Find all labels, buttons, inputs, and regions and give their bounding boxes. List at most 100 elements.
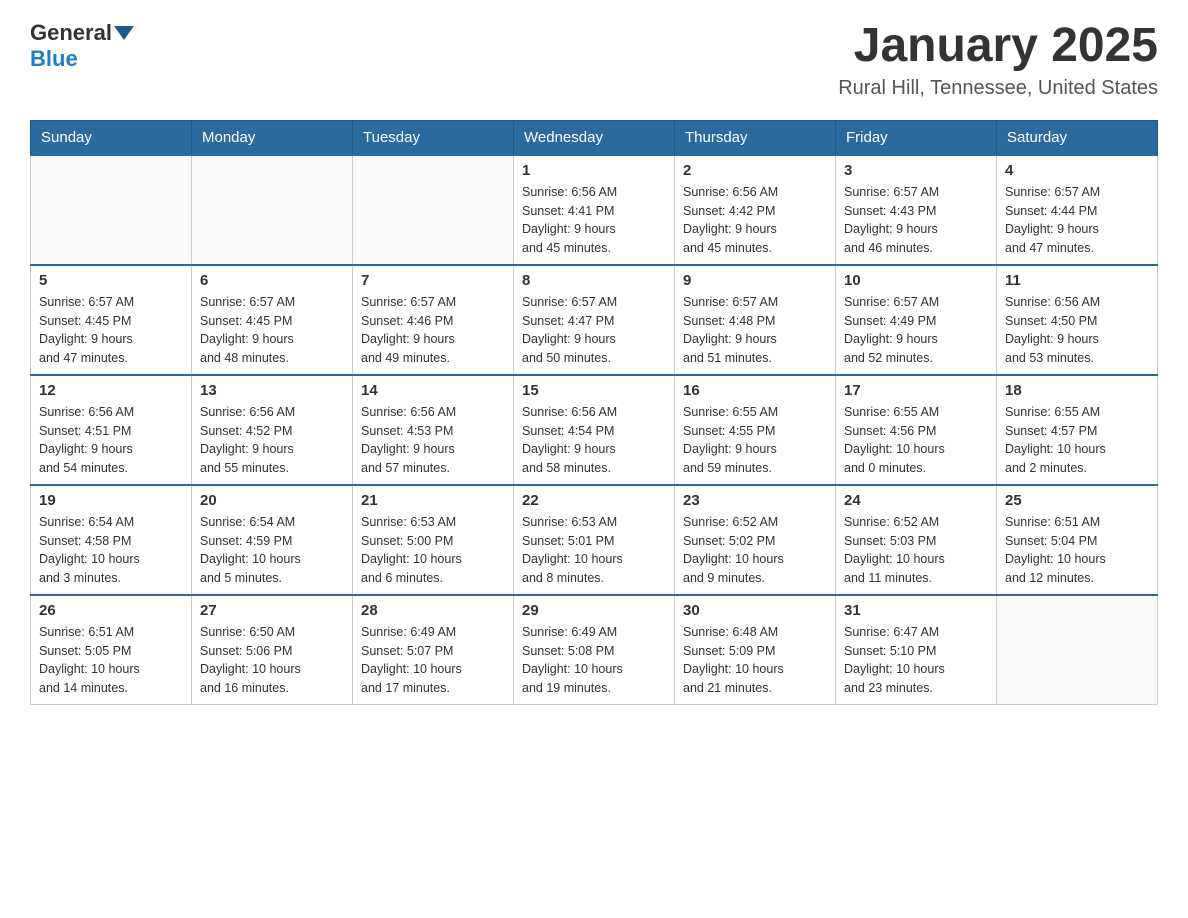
day-info: Sunrise: 6:55 AMSunset: 4:55 PMDaylight:… <box>683 403 827 478</box>
day-info: Sunrise: 6:56 AMSunset: 4:54 PMDaylight:… <box>522 403 666 478</box>
day-info: Sunrise: 6:49 AMSunset: 5:08 PMDaylight:… <box>522 623 666 698</box>
day-info: Sunrise: 6:54 AMSunset: 4:58 PMDaylight:… <box>39 513 183 588</box>
calendar-cell-5-6: 31 Sunrise: 6:47 AMSunset: 5:10 PMDayligh… <box>836 595 997 705</box>
day-info: Sunrise: 6:55 AMSunset: 4:56 PMDaylight:… <box>844 403 988 478</box>
week-row-4: 19 Sunrise: 6:54 AMSunset: 4:58 PMDayligh… <box>31 485 1158 595</box>
calendar-cell-1-2 <box>192 155 353 265</box>
calendar-cell-3-4: 15 Sunrise: 6:56 AMSunset: 4:54 PMDayligh… <box>514 375 675 485</box>
day-number: 6 <box>200 272 344 289</box>
calendar-cell-1-5: 2 Sunrise: 6:56 AMSunset: 4:42 PMDaylight… <box>675 155 836 265</box>
calendar-cell-4-4: 22 Sunrise: 6:53 AMSunset: 5:01 PMDayligh… <box>514 485 675 595</box>
day-number: 28 <box>361 602 505 619</box>
day-number: 14 <box>361 382 505 399</box>
calendar-cell-5-2: 27 Sunrise: 6:50 AMSunset: 5:06 PMDayligh… <box>192 595 353 705</box>
calendar-cell-2-7: 11 Sunrise: 6:56 AMSunset: 4:50 PMDayligh… <box>997 265 1158 375</box>
day-number: 20 <box>200 492 344 509</box>
day-info: Sunrise: 6:48 AMSunset: 5:09 PMDaylight:… <box>683 623 827 698</box>
day-info: Sunrise: 6:56 AMSunset: 4:41 PMDaylight:… <box>522 183 666 258</box>
day-number: 8 <box>522 272 666 289</box>
calendar-table: SundayMondayTuesdayWednesdayThursdayFrid… <box>30 120 1158 705</box>
day-number: 23 <box>683 492 827 509</box>
day-info: Sunrise: 6:57 AMSunset: 4:46 PMDaylight:… <box>361 293 505 368</box>
weekday-header-thursday: Thursday <box>675 120 836 155</box>
day-info: Sunrise: 6:50 AMSunset: 5:06 PMDaylight:… <box>200 623 344 698</box>
calendar-cell-1-4: 1 Sunrise: 6:56 AMSunset: 4:41 PMDaylight… <box>514 155 675 265</box>
calendar-cell-2-4: 8 Sunrise: 6:57 AMSunset: 4:47 PMDaylight… <box>514 265 675 375</box>
day-number: 13 <box>200 382 344 399</box>
day-info: Sunrise: 6:56 AMSunset: 4:50 PMDaylight:… <box>1005 293 1149 368</box>
calendar-cell-3-2: 13 Sunrise: 6:56 AMSunset: 4:52 PMDayligh… <box>192 375 353 485</box>
day-number: 19 <box>39 492 183 509</box>
day-info: Sunrise: 6:49 AMSunset: 5:07 PMDaylight:… <box>361 623 505 698</box>
calendar-cell-4-2: 20 Sunrise: 6:54 AMSunset: 4:59 PMDayligh… <box>192 485 353 595</box>
day-number: 4 <box>1005 162 1149 179</box>
day-number: 16 <box>683 382 827 399</box>
day-number: 5 <box>39 272 183 289</box>
weekday-header-tuesday: Tuesday <box>353 120 514 155</box>
day-number: 15 <box>522 382 666 399</box>
calendar-cell-2-1: 5 Sunrise: 6:57 AMSunset: 4:45 PMDaylight… <box>31 265 192 375</box>
day-number: 1 <box>522 162 666 179</box>
weekday-header-sunday: Sunday <box>31 120 192 155</box>
calendar-cell-4-5: 23 Sunrise: 6:52 AMSunset: 5:02 PMDayligh… <box>675 485 836 595</box>
calendar-cell-4-6: 24 Sunrise: 6:52 AMSunset: 5:03 PMDayligh… <box>836 485 997 595</box>
day-number: 9 <box>683 272 827 289</box>
day-number: 24 <box>844 492 988 509</box>
calendar-cell-3-5: 16 Sunrise: 6:55 AMSunset: 4:55 PMDayligh… <box>675 375 836 485</box>
week-row-3: 12Sunrise: 6:56 AMSunset: 4:51 PMDayligh… <box>31 375 1158 485</box>
calendar-cell-2-3: 7 Sunrise: 6:57 AMSunset: 4:46 PMDaylight… <box>353 265 514 375</box>
calendar-cell-1-6: 3Sunrise: 6:57 AMSunset: 4:43 PMDaylight… <box>836 155 997 265</box>
logo-blue-text: Blue <box>30 46 78 72</box>
day-info: Sunrise: 6:54 AMSunset: 4:59 PMDaylight:… <box>200 513 344 588</box>
day-info: Sunrise: 6:57 AMSunset: 4:45 PMDaylight:… <box>39 293 183 368</box>
calendar-cell-3-3: 14Sunrise: 6:56 AMSunset: 4:53 PMDayligh… <box>353 375 514 485</box>
day-number: 17 <box>844 382 988 399</box>
day-info: Sunrise: 6:51 AMSunset: 5:04 PMDaylight:… <box>1005 513 1149 588</box>
day-info: Sunrise: 6:57 AMSunset: 4:49 PMDaylight:… <box>844 293 988 368</box>
day-number: 29 <box>522 602 666 619</box>
page-header: General Blue January 2025 Rural Hill, Te… <box>30 20 1158 100</box>
day-info: Sunrise: 6:55 AMSunset: 4:57 PMDaylight:… <box>1005 403 1149 478</box>
weekday-header-saturday: Saturday <box>997 120 1158 155</box>
day-info: Sunrise: 6:56 AMSunset: 4:52 PMDaylight:… <box>200 403 344 478</box>
day-number: 26 <box>39 602 183 619</box>
week-row-2: 5 Sunrise: 6:57 AMSunset: 4:45 PMDaylight… <box>31 265 1158 375</box>
calendar-cell-4-3: 21Sunrise: 6:53 AMSunset: 5:00 PMDayligh… <box>353 485 514 595</box>
day-info: Sunrise: 6:57 AMSunset: 4:47 PMDaylight:… <box>522 293 666 368</box>
day-number: 22 <box>522 492 666 509</box>
logo: General Blue <box>30 20 136 72</box>
calendar-cell-5-3: 28 Sunrise: 6:49 AMSunset: 5:07 PMDayligh… <box>353 595 514 705</box>
day-info: Sunrise: 6:56 AMSunset: 4:42 PMDaylight:… <box>683 183 827 258</box>
day-number: 31 <box>844 602 988 619</box>
day-info: Sunrise: 6:52 AMSunset: 5:02 PMDaylight:… <box>683 513 827 588</box>
page-subtitle: Rural Hill, Tennessee, United States <box>838 77 1158 100</box>
calendar-cell-1-1 <box>31 155 192 265</box>
logo-arrow-icon <box>114 26 134 40</box>
day-number: 27 <box>200 602 344 619</box>
day-number: 18 <box>1005 382 1149 399</box>
day-info: Sunrise: 6:57 AMSunset: 4:48 PMDaylight:… <box>683 293 827 368</box>
day-info: Sunrise: 6:57 AMSunset: 4:43 PMDaylight:… <box>844 183 988 258</box>
day-info: Sunrise: 6:57 AMSunset: 4:45 PMDaylight:… <box>200 293 344 368</box>
day-number: 7 <box>361 272 505 289</box>
day-number: 2 <box>683 162 827 179</box>
day-info: Sunrise: 6:47 AMSunset: 5:10 PMDaylight:… <box>844 623 988 698</box>
week-row-1: 1 Sunrise: 6:56 AMSunset: 4:41 PMDaylight… <box>31 155 1158 265</box>
weekday-header-friday: Friday <box>836 120 997 155</box>
day-number: 11 <box>1005 272 1149 289</box>
calendar-cell-5-1: 26 Sunrise: 6:51 AMSunset: 5:05 PMDayligh… <box>31 595 192 705</box>
calendar-cell-3-1: 12Sunrise: 6:56 AMSunset: 4:51 PMDayligh… <box>31 375 192 485</box>
calendar-cell-4-7: 25 Sunrise: 6:51 AMSunset: 5:04 PMDayligh… <box>997 485 1158 595</box>
calendar-cell-5-4: 29 Sunrise: 6:49 AMSunset: 5:08 PMDayligh… <box>514 595 675 705</box>
calendar-cell-5-5: 30Sunrise: 6:48 AMSunset: 5:09 PMDayligh… <box>675 595 836 705</box>
page-title: January 2025 <box>838 20 1158 73</box>
weekday-header-monday: Monday <box>192 120 353 155</box>
day-info: Sunrise: 6:52 AMSunset: 5:03 PMDaylight:… <box>844 513 988 588</box>
day-info: Sunrise: 6:56 AMSunset: 4:51 PMDaylight:… <box>39 403 183 478</box>
day-info: Sunrise: 6:51 AMSunset: 5:05 PMDaylight:… <box>39 623 183 698</box>
logo-general-text: General <box>30 20 112 46</box>
day-info: Sunrise: 6:57 AMSunset: 4:44 PMDaylight:… <box>1005 183 1149 258</box>
calendar-cell-4-1: 19 Sunrise: 6:54 AMSunset: 4:58 PMDayligh… <box>31 485 192 595</box>
day-info: Sunrise: 6:53 AMSunset: 5:01 PMDaylight:… <box>522 513 666 588</box>
day-number: 25 <box>1005 492 1149 509</box>
